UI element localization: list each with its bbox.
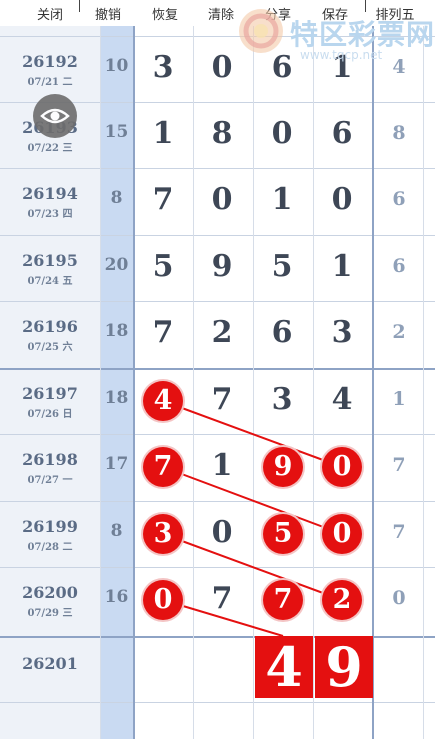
highlight-ball[interactable]: 9 bbox=[263, 447, 303, 487]
highlight-ball[interactable]: 0 bbox=[322, 447, 362, 487]
highlight-ball[interactable]: 4 bbox=[143, 381, 183, 421]
highlight-ball[interactable]: 5 bbox=[263, 514, 303, 554]
highlight-ball[interactable]: 7 bbox=[143, 447, 183, 487]
connector-line bbox=[162, 466, 343, 535]
site-logo-icon bbox=[239, 9, 283, 53]
highlight-ball[interactable]: 0 bbox=[143, 580, 183, 620]
eye-icon[interactable] bbox=[33, 94, 77, 138]
highlight-ball[interactable]: 3 bbox=[143, 514, 183, 554]
highlight-ball[interactable]: 7 bbox=[263, 580, 303, 620]
watermark-title: 特区彩票网 bbox=[290, 18, 435, 51]
connector-line bbox=[162, 400, 343, 468]
highlight-ball[interactable]: 0 bbox=[322, 514, 362, 554]
prediction-digit: 4 bbox=[255, 636, 313, 698]
highlight-ball[interactable]: 2 bbox=[322, 580, 362, 620]
prediction-digit: 9 bbox=[315, 636, 373, 698]
connector-line bbox=[162, 533, 343, 601]
watermark-url: www.tqcp.net bbox=[300, 48, 383, 62]
